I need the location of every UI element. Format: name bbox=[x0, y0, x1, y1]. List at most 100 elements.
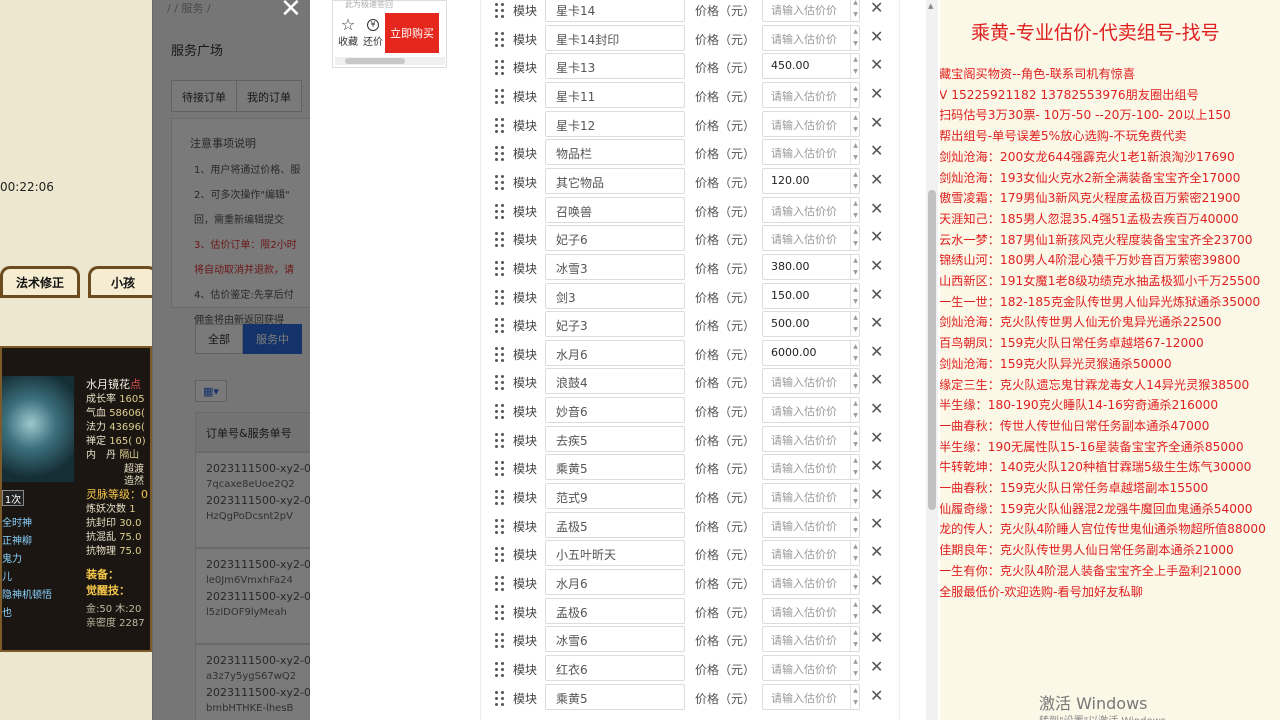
drag-handle-icon[interactable] bbox=[495, 88, 505, 104]
module-name-field[interactable]: 范式9 bbox=[545, 483, 685, 510]
price-stepper[interactable]: ▲ ▼ bbox=[850, 283, 860, 308]
price-input[interactable]: 请输入估价价 bbox=[762, 511, 860, 538]
price-stepper[interactable]: ▲ ▼ bbox=[850, 254, 860, 279]
price-input[interactable]: 380.00 bbox=[762, 253, 860, 280]
delete-row-icon[interactable]: ✕ bbox=[870, 571, 883, 591]
drag-handle-icon[interactable] bbox=[495, 260, 505, 276]
tab-spell-correction[interactable]: 法术修正 bbox=[0, 266, 80, 298]
price-input[interactable]: 请输入估价价 bbox=[762, 368, 860, 395]
delete-row-icon[interactable]: ✕ bbox=[870, 256, 883, 276]
module-name-field[interactable]: 剑3 bbox=[545, 282, 685, 309]
delete-row-icon[interactable]: ✕ bbox=[870, 428, 883, 448]
module-name-field[interactable]: 冰雪6 bbox=[545, 626, 685, 653]
drag-handle-icon[interactable] bbox=[495, 460, 505, 477]
module-name-field[interactable]: 星卡14 bbox=[545, 0, 685, 22]
price-stepper[interactable]: ▲ ▼ bbox=[850, 340, 860, 365]
drag-handle-icon[interactable] bbox=[495, 31, 505, 47]
price-stepper[interactable]: ▲ ▼ bbox=[850, 25, 860, 50]
module-name-field[interactable]: 星卡13 bbox=[545, 53, 685, 80]
scroll-up-icon[interactable]: ▲ bbox=[928, 2, 933, 10]
delete-row-icon[interactable]: ✕ bbox=[870, 0, 883, 18]
drag-handle-icon[interactable] bbox=[495, 289, 505, 305]
module-name-field[interactable]: 召唤兽 bbox=[545, 196, 685, 223]
drag-handle-icon[interactable] bbox=[495, 546, 505, 563]
delete-row-icon[interactable]: ✕ bbox=[870, 399, 883, 419]
price-input[interactable]: 请输入估价价 bbox=[762, 196, 860, 223]
widget-scrollbar[interactable] bbox=[335, 57, 445, 65]
price-input[interactable]: 请输入估价价 bbox=[762, 24, 860, 51]
delete-row-icon[interactable]: ✕ bbox=[870, 313, 883, 333]
module-name-field[interactable]: 水月6 bbox=[545, 569, 685, 595]
drag-handle-icon[interactable] bbox=[495, 489, 505, 506]
delete-row-icon[interactable]: ✕ bbox=[870, 686, 883, 706]
table-row[interactable]: 2023111500-xy2-01 le0Jm6VmxhFa24 202311150… bbox=[195, 548, 310, 644]
price-stepper[interactable]: ▲ ▼ bbox=[850, 484, 860, 509]
drag-handle-icon[interactable] bbox=[495, 346, 505, 362]
filter-all-button[interactable]: 全部 bbox=[195, 324, 243, 354]
filter-in-service-button[interactable]: 服务中 bbox=[243, 324, 302, 354]
price-stepper[interactable]: ▲ ▼ bbox=[850, 111, 860, 136]
price-input[interactable]: 120.00 bbox=[762, 167, 860, 194]
delete-row-icon[interactable]: ✕ bbox=[870, 485, 883, 505]
drag-handle-icon[interactable] bbox=[495, 231, 505, 248]
module-name-field[interactable]: 冰雪3 bbox=[545, 253, 685, 280]
price-input[interactable]: 请输入估价价 bbox=[762, 139, 860, 166]
price-input[interactable]: 450.00 bbox=[762, 53, 860, 80]
price-input[interactable]: 请输入估价价 bbox=[762, 683, 860, 710]
delete-row-icon[interactable]: ✕ bbox=[870, 370, 883, 390]
price-input[interactable]: 请输入估价价 bbox=[762, 569, 860, 595]
price-input[interactable]: 请输入估价价 bbox=[762, 597, 860, 624]
delete-row-icon[interactable]: ✕ bbox=[870, 514, 883, 534]
scrollbar-thumb[interactable] bbox=[928, 190, 936, 510]
tab-my-orders[interactable]: 我的订单 bbox=[236, 80, 302, 112]
price-stepper[interactable]: ▲ ▼ bbox=[850, 512, 860, 537]
price-input[interactable]: 请输入估价价 bbox=[762, 225, 860, 252]
drag-handle-icon[interactable] bbox=[495, 632, 505, 649]
price-stepper[interactable]: ▲ ▼ bbox=[850, 570, 860, 594]
modal-scrollbar[interactable]: ▲ bbox=[926, 0, 938, 720]
module-name-field[interactable]: 物品栏 bbox=[545, 139, 685, 166]
widget-scroll-thumb[interactable] bbox=[345, 58, 405, 64]
delete-row-icon[interactable]: ✕ bbox=[870, 628, 883, 648]
delete-row-icon[interactable]: ✕ bbox=[870, 342, 883, 362]
drag-handle-icon[interactable] bbox=[495, 518, 505, 534]
price-stepper[interactable]: ▲ ▼ bbox=[850, 455, 860, 480]
delete-row-icon[interactable]: ✕ bbox=[870, 657, 883, 677]
drag-handle-icon[interactable] bbox=[495, 174, 505, 190]
module-name-field[interactable]: 小五叶昕天 bbox=[545, 540, 685, 567]
module-name-field[interactable]: 去疾5 bbox=[545, 425, 685, 452]
buy-now-button[interactable]: 立即购买 bbox=[385, 13, 439, 53]
delete-row-icon[interactable]: ✕ bbox=[870, 227, 883, 247]
price-stepper[interactable]: ▲ ▼ bbox=[850, 655, 860, 680]
drag-handle-icon[interactable] bbox=[495, 317, 505, 334]
delete-row-icon[interactable]: ✕ bbox=[870, 113, 883, 133]
price-stepper[interactable]: ▲ ▼ bbox=[850, 0, 860, 21]
price-input[interactable]: 请输入估价价 bbox=[762, 540, 860, 567]
delete-row-icon[interactable]: ✕ bbox=[870, 542, 883, 562]
module-name-field[interactable]: 浪鼓4 bbox=[545, 368, 685, 395]
price-input[interactable]: 请输入估价价 bbox=[762, 425, 860, 452]
drag-handle-icon[interactable] bbox=[495, 690, 505, 706]
drag-handle-icon[interactable] bbox=[495, 117, 505, 133]
price-input[interactable]: 请输入估价价 bbox=[762, 81, 860, 108]
delete-row-icon[interactable]: ✕ bbox=[870, 55, 883, 75]
delete-row-icon[interactable]: ✕ bbox=[870, 141, 883, 161]
price-stepper[interactable]: ▲ ▼ bbox=[850, 541, 860, 566]
module-name-field[interactable]: 水月6 bbox=[545, 339, 685, 366]
delete-row-icon[interactable]: ✕ bbox=[870, 456, 883, 476]
module-name-field[interactable]: 星卡12 bbox=[545, 110, 685, 137]
module-name-field[interactable]: 星卡11 bbox=[545, 81, 685, 108]
price-input[interactable]: 请输入估价价 bbox=[762, 454, 860, 481]
price-stepper[interactable]: ▲ ▼ bbox=[850, 369, 860, 394]
price-input[interactable]: 请输入估价价 bbox=[762, 110, 860, 137]
module-name-field[interactable]: 妙音6 bbox=[545, 397, 685, 424]
column-settings-button[interactable]: ▦▾ bbox=[195, 380, 227, 402]
price-stepper[interactable]: ▲ ▼ bbox=[850, 140, 860, 165]
price-input[interactable]: 请输入估价价 bbox=[762, 626, 860, 653]
drag-handle-icon[interactable] bbox=[495, 604, 505, 620]
price-stepper[interactable]: ▲ ▼ bbox=[850, 312, 860, 337]
price-stepper[interactable]: ▲ ▼ bbox=[850, 426, 860, 451]
drag-handle-icon[interactable] bbox=[495, 203, 505, 219]
delete-row-icon[interactable]: ✕ bbox=[870, 170, 883, 190]
module-name-field[interactable]: 乘黄5 bbox=[545, 454, 685, 481]
